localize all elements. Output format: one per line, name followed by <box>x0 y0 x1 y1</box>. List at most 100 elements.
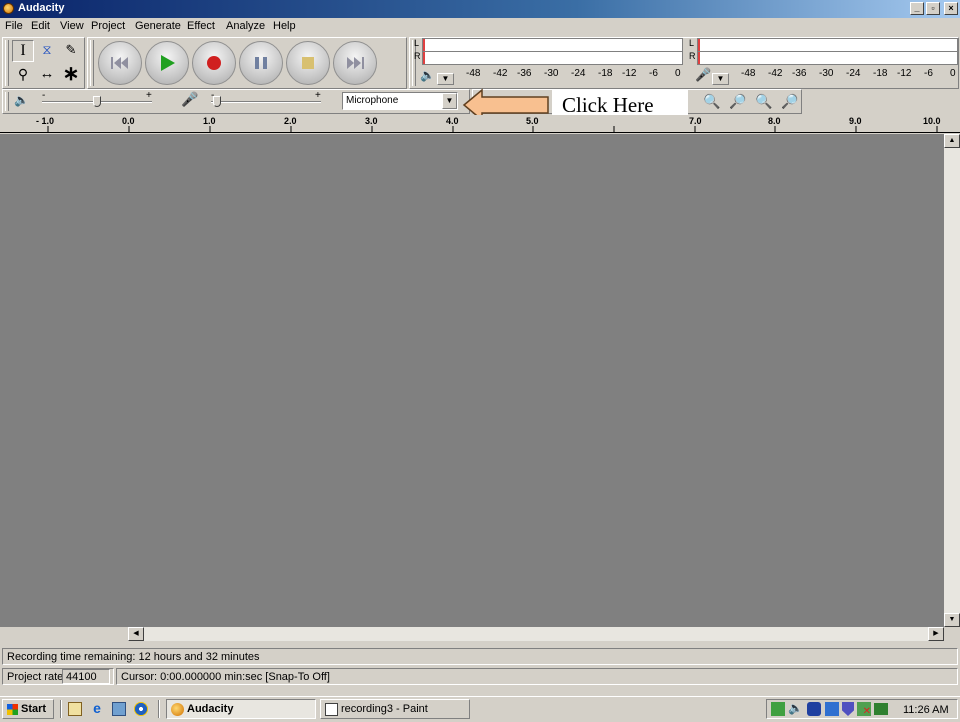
draw-tool-icon[interactable]: ✎ <box>60 40 82 62</box>
project-rate-label: Project rate: <box>7 671 67 683</box>
ruler-label: 3.0 <box>365 116 378 126</box>
play-button[interactable] <box>145 41 189 85</box>
tools-toolbar: I ⧖ ✎ ⚲ ↔ ∗ <box>2 37 85 89</box>
scale-tick: 0 <box>675 68 681 79</box>
rec-meter-left-label: L <box>689 38 695 48</box>
scale-tick: -6 <box>649 68 658 79</box>
input-source-select[interactable]: Microphone ▼ <box>342 92 458 110</box>
audacity-app-icon <box>3 3 14 14</box>
wireless-tray-icon[interactable]: ✕ <box>857 702 871 717</box>
envelope-tool-icon[interactable]: ⧖ <box>36 40 58 62</box>
start-button[interactable]: Start <box>2 699 54 719</box>
toolbar-grip[interactable] <box>5 92 9 111</box>
zoom-tool-icon[interactable]: ⚲ <box>12 64 34 86</box>
scroll-right-button[interactable]: ▶ <box>928 627 944 641</box>
input-source-dropdown-button[interactable]: ▼ <box>442 93 457 109</box>
rec-meter-right <box>697 51 958 65</box>
paint-task-icon <box>325 703 338 716</box>
close-button[interactable]: × <box>944 2 958 15</box>
menu-generate[interactable]: Generate <box>135 20 181 32</box>
outlook-express-icon[interactable] <box>112 702 126 716</box>
scale-tick: -18 <box>873 68 888 79</box>
scale-tick: -30 <box>544 68 559 79</box>
input-volume-slider[interactable] <box>212 96 221 107</box>
scale-tick: -12 <box>622 68 637 79</box>
scroll-up-button[interactable]: ▲ <box>944 134 960 148</box>
display-tray-icon[interactable] <box>807 702 821 716</box>
shield-tray-icon[interactable] <box>842 702 854 716</box>
ruler-label: 0.0 <box>122 116 135 126</box>
scroll-left-button[interactable]: ◀ <box>128 627 144 641</box>
taskbar: Start e Audacity recording3 - Paint 🔈 ✕ … <box>0 696 960 720</box>
scrollbar-spacer <box>0 627 128 641</box>
project-rate-input[interactable]: 44100 <box>62 669 110 684</box>
title-bar: Audacity _ ▫ × <box>0 0 960 18</box>
security-tray-icon[interactable] <box>825 702 839 716</box>
window-title: Audacity <box>18 2 65 14</box>
zoom-out-icon[interactable]: 🔎 <box>728 91 748 111</box>
maximize-button[interactable]: ▫ <box>926 2 940 15</box>
output-volume-icon: 🔈 <box>14 93 29 107</box>
ruler-label: 9.0 <box>849 116 862 126</box>
taskbar-item-paint[interactable]: recording3 - Paint <box>320 699 470 719</box>
play-meter-right <box>422 51 683 65</box>
scroll-down-button[interactable]: ▼ <box>944 613 960 627</box>
menu-analyze[interactable]: Analyze <box>226 20 265 32</box>
taskbar-separator <box>60 700 62 718</box>
ruler-ticks <box>47 126 938 132</box>
taskbar-item-audacity[interactable]: Audacity <box>166 699 316 719</box>
internet-explorer-icon[interactable]: e <box>90 701 104 716</box>
rec-meter-scale: -48 -42 -36 -30 -24 -18 -12 -6 0 <box>735 68 960 80</box>
output-volume-slider[interactable] <box>93 96 101 107</box>
selection-tool-icon[interactable]: I <box>12 40 34 62</box>
multi-tool-icon[interactable]: ∗ <box>60 64 82 86</box>
stop-icon <box>302 57 314 69</box>
timeshift-tool-icon[interactable]: ↔ <box>36 64 58 86</box>
menu-bar: File Edit View Project Generate Effect A… <box>0 18 960 36</box>
horizontal-scrollbar[interactable]: ◀ ▶ <box>128 627 944 641</box>
play-meter-scale: -48 -42 -36 -30 -24 -18 -12 -6 0 <box>460 68 685 80</box>
menu-project[interactable]: Project <box>91 20 125 32</box>
audacity-task-icon <box>171 703 184 716</box>
battery-tray-icon[interactable] <box>874 703 888 715</box>
rec-meter-menu-button[interactable]: ▼ <box>712 73 729 85</box>
volume-tray-icon[interactable]: 🔈 <box>788 701 803 715</box>
record-button[interactable] <box>192 41 236 85</box>
play-meter-left-label: L <box>414 38 420 48</box>
menu-edit[interactable]: Edit <box>31 20 50 32</box>
windows-flag-icon <box>7 704 18 715</box>
scale-tick: -42 <box>493 68 508 79</box>
minimize-button[interactable]: _ <box>910 2 924 15</box>
microphone-icon: 🎤 <box>695 67 712 82</box>
scale-tick: -6 <box>924 68 933 79</box>
toolbar-grip[interactable] <box>90 40 94 86</box>
ruler-label: 7.0 <box>689 116 702 126</box>
menu-view[interactable]: View <box>60 20 84 32</box>
zoom-in-icon[interactable]: 🔍 <box>702 91 722 111</box>
track-area[interactable] <box>0 134 944 627</box>
menu-file[interactable]: File <box>5 20 23 32</box>
fit-project-icon[interactable]: 🔎 <box>780 91 800 111</box>
network-tray-icon[interactable] <box>771 702 785 716</box>
rec-meter-right-label: R <box>689 51 696 61</box>
clock[interactable]: 11:26 AM <box>903 704 949 716</box>
scale-tick: -36 <box>792 68 807 79</box>
pause-button[interactable] <box>239 41 283 85</box>
menu-effect[interactable]: Effect <box>187 20 215 32</box>
recording-time-status: Recording time remaining: 12 hours and 3… <box>2 648 958 665</box>
timeline-ruler[interactable]: - 1.0 0.0 1.0 2.0 3.0 4.0 5.0 7.0 8.0 9.… <box>0 115 960 133</box>
menu-help[interactable]: Help <box>273 20 296 32</box>
skip-to-start-button[interactable] <box>98 41 142 85</box>
toolbar-grip[interactable] <box>5 40 9 86</box>
vertical-scrollbar[interactable]: ▲ ▼ <box>944 134 960 627</box>
fit-selection-icon[interactable]: 🔍 <box>754 91 774 111</box>
ruler-label: 8.0 <box>768 116 781 126</box>
play-meter-left <box>422 38 683 52</box>
show-desktop-icon[interactable] <box>68 702 82 716</box>
input-source-value: Microphone <box>346 95 399 106</box>
skip-to-end-button[interactable] <box>333 41 377 85</box>
ruler-label: 4.0 <box>446 116 459 126</box>
stop-button[interactable] <box>286 41 330 85</box>
media-player-icon[interactable] <box>134 702 148 716</box>
play-meter-menu-button[interactable]: ▼ <box>437 73 454 85</box>
